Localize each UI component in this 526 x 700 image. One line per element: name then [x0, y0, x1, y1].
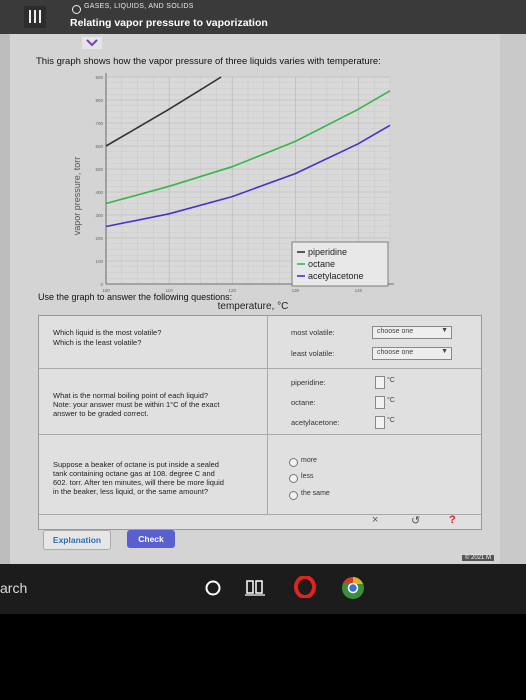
most-volatile-label: most volatile: — [291, 328, 335, 337]
radio-less[interactable] — [289, 474, 298, 483]
check-button[interactable]: Check — [127, 530, 175, 548]
acetylacetone-bp-input[interactable] — [375, 416, 385, 429]
radio-same[interactable] — [289, 491, 298, 500]
y-tick-label: 500 — [95, 167, 103, 172]
unit-label: °C — [387, 417, 395, 424]
piperidine-label: piperidine: — [291, 378, 326, 387]
taskbar-search-text[interactable]: arch — [0, 580, 27, 596]
chart-legend: piperidine octane acetylacetone — [291, 241, 389, 287]
y-tick-label: 400 — [95, 190, 103, 195]
legend-entry: octane — [308, 259, 335, 269]
y-tick-label: 600 — [95, 144, 103, 149]
menu-icon[interactable] — [24, 6, 46, 28]
category-status-icon — [72, 5, 81, 14]
question-panel: This graph shows how the vapor pressure … — [10, 34, 500, 564]
y-tick-label: 300 — [95, 213, 103, 218]
unit-label: °C — [387, 377, 395, 384]
help-icon[interactable]: ? — [449, 514, 456, 526]
y-tick-label: 900 — [95, 75, 103, 80]
most-volatile-select[interactable]: choose one ▼ — [372, 326, 452, 339]
taskbar: arch — [0, 564, 526, 614]
octane-label: octane: — [291, 398, 316, 407]
option-same-label: the same — [301, 490, 330, 497]
piperidine-bp-input[interactable] — [375, 376, 385, 389]
least-volatile-select[interactable]: choose one ▼ — [372, 347, 452, 360]
y-tick-label: 200 — [95, 236, 103, 241]
opera-browser-icon[interactable] — [294, 576, 316, 598]
y-tick-label: 800 — [95, 98, 103, 103]
copyright-text: © 2021 M — [461, 555, 494, 561]
question-boiling-point: What is the normal boiling point of each… — [39, 368, 481, 435]
legend-entry: piperidine — [308, 247, 347, 257]
left-strip — [0, 34, 10, 564]
acetylacetone-label: acetylacetone: — [291, 418, 340, 427]
question-text: in the beaker, less liquid, or the same … — [53, 487, 209, 496]
app-header: GASES, LIQUIDS, AND SOLIDS Relating vapo… — [0, 0, 526, 34]
task-view-icon[interactable] — [245, 579, 265, 597]
unit-label: °C — [387, 397, 395, 404]
option-more-label: more — [301, 457, 317, 464]
y-tick-label: 0 — [100, 282, 103, 287]
chevron-down-icon: ▼ — [441, 348, 448, 355]
x-axis-label: temperature, °C — [218, 301, 289, 312]
questions-table: Which liquid is the most volatile? Which… — [38, 315, 482, 530]
x-tick-label: 140 — [355, 288, 363, 293]
least-volatile-label: least volatile: — [291, 349, 335, 358]
y-axis-label: vapor pressure, torr — [72, 157, 82, 236]
category-label: GASES, LIQUIDS, AND SOLIDS — [84, 3, 194, 10]
x-tick-label: 130 — [292, 288, 300, 293]
chrome-browser-icon[interactable] — [341, 576, 365, 600]
question-volatility: Which liquid is the most volatile? Which… — [39, 316, 481, 369]
chevron-down-icon: ▼ — [441, 327, 448, 334]
y-tick-label: 100 — [95, 259, 103, 264]
undo-icon[interactable]: ↺ — [411, 514, 420, 527]
answer-actions: × ↺ ? — [39, 514, 481, 529]
option-less-label: less — [301, 473, 314, 480]
y-tick-label: 700 — [95, 121, 103, 126]
topic-title: Relating vapor pressure to vaporization — [70, 17, 268, 29]
question-text: Which liquid is the most volatile? — [53, 328, 162, 337]
instructions-text: Use the graph to answer the following qu… — [38, 292, 233, 302]
question-equilibrium: Suppose a beaker of octane is put inside… — [39, 434, 481, 515]
octane-bp-input[interactable] — [375, 396, 385, 409]
select-value: choose one — [377, 328, 414, 335]
question-note: answer to be graded correct. — [53, 409, 149, 418]
vapor-pressure-chart: 0100200300400500600700800900 100 110 120 13… — [72, 73, 394, 312]
close-icon[interactable]: × — [372, 514, 378, 526]
question-text: Which is the least volatile? — [53, 338, 142, 347]
radio-more[interactable] — [289, 458, 298, 467]
select-value: choose one — [377, 349, 414, 356]
cortana-icon[interactable] — [204, 579, 222, 597]
legend-entry: acetylacetone — [308, 271, 364, 281]
intro-text: This graph shows how the vapor pressure … — [36, 56, 381, 67]
screen-bezel — [0, 614, 526, 700]
explanation-button[interactable]: Explanation — [43, 530, 111, 550]
collapse-chevron-icon[interactable] — [82, 37, 102, 49]
